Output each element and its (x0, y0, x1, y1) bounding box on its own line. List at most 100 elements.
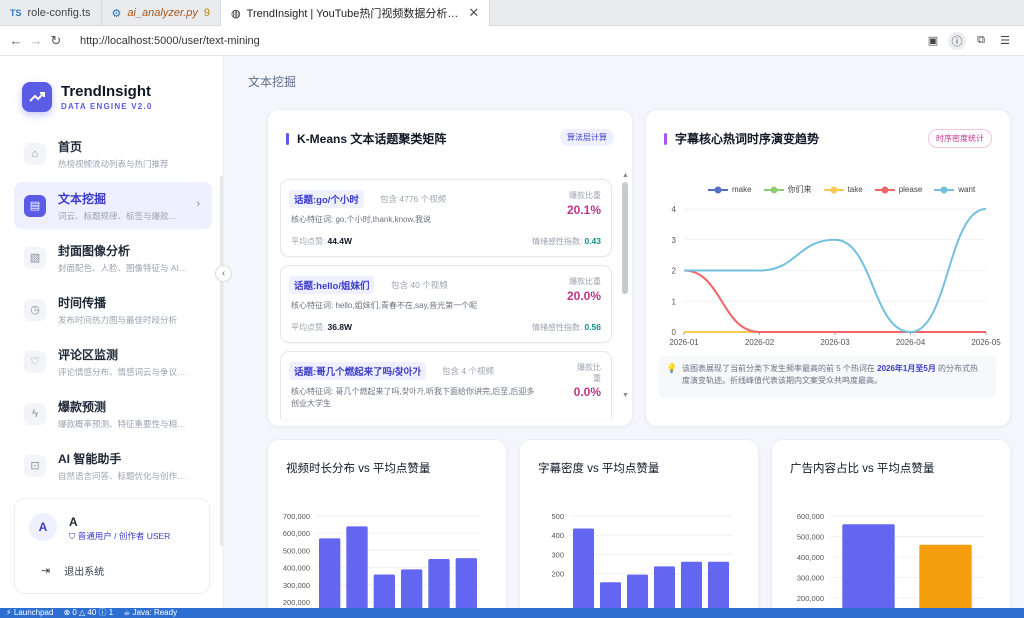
sidebar-collapse-button[interactable]: ‹ (215, 265, 232, 282)
editor-tab-ai-analyzer[interactable]: ⚙ ai_analyzer.py 9 (102, 0, 222, 26)
sent-value: 0.43 (584, 236, 601, 246)
scroll-down-icon[interactable]: ▼ (622, 392, 629, 399)
globe-icon: ◍ (231, 7, 241, 20)
y-tick-label: 300 (551, 550, 564, 559)
topic-card[interactable]: 话题:哥几个燃起来了吗/찾아가 包含 4 个视频 核心特征词: 哥几个燃起来了吗… (280, 351, 612, 419)
topic-ratio: 20.1% (566, 203, 601, 217)
topic-card[interactable]: 话题:hello/姐妹们 包含 40 个视频 核心特征词: hello,姐妹们,… (280, 265, 612, 343)
back-arrow-icon[interactable]: ← (6, 33, 26, 48)
y-tick-label: 200 (551, 570, 564, 579)
y-tick-label: 300,000 (797, 574, 824, 583)
bar[interactable] (919, 544, 972, 618)
y-tick-label: 200,000 (283, 598, 310, 607)
info-icon[interactable]: ⓘ (948, 31, 966, 50)
scroll-up-icon[interactable]: ▲ (622, 172, 629, 179)
topic-label: 话题:hello/姐妹们 (289, 276, 375, 294)
shield-check-icon: ⛉ (69, 531, 78, 541)
topics-scrollbar[interactable]: ▲ ▼ (622, 172, 629, 407)
sidebar-item-desc: 评论情感分布、情感词云与争议视… (58, 366, 188, 377)
topic-count: 包含 40 个视频 (391, 280, 448, 290)
ratio-label: 爆款比重 (569, 191, 601, 200)
x-tick-label: 2026-05 (971, 338, 1001, 347)
x-tick-label: 2026-04 (896, 338, 926, 347)
avg-label: 平均点赞: (291, 237, 326, 246)
topic-avg-likes: 平均点赞: 36.8W (291, 322, 352, 333)
sidebar-item-time-spread[interactable]: ◷ 时间传播 发布时间热力图与最佳时段分析 (14, 286, 212, 333)
avg-value: 36.8W (327, 322, 353, 332)
avatar[interactable]: A (29, 513, 57, 541)
screenshot-icon[interactable]: ▣ (924, 32, 942, 50)
kw-values: go,个小时,thank,know,我说 (335, 215, 432, 224)
sidebar-item-hit-prediction[interactable]: ϟ 爆款预测爆款概率预测、特征重要性与相似… (14, 390, 212, 437)
typescript-icon: TS (10, 8, 22, 18)
topic-keywords: 核心特征词: 哥几个燃起来了吗,찾아가,听我下面给你讲完,后至,后迎多创业大学生 (291, 386, 541, 410)
user-name: A (69, 515, 78, 529)
topic-card[interactable]: 话题:go/个小时 包含 4776 个视频 核心特征词: go,个小时,than… (280, 179, 612, 257)
y-tick-label: 3 (672, 236, 677, 245)
lightbulb-icon: 💡 (666, 363, 678, 373)
page-title: 文本挖掘 (248, 75, 297, 89)
problem-count-badge: 9 (203, 7, 211, 19)
y-tick-label: 600,000 (797, 512, 824, 521)
editor-tab-strip: TS role-config.ts ⚙ ai_analyzer.py 9 ◍ T… (0, 0, 1024, 26)
url-field[interactable]: http://localhost:5000/user/text-mining (80, 35, 260, 47)
scroll-thumb[interactable] (622, 182, 628, 294)
logout-button[interactable]: ⇥ 退出系统 (41, 563, 104, 578)
heart-chat-icon: ♡ (24, 350, 46, 373)
kw-values: hello,姐妹们,青春不在,say,音光第一个呢 (335, 301, 478, 310)
tab-label: TrendInsight | YouTube热门视频数据分析… (246, 8, 459, 20)
y-tick-label: 500,000 (797, 533, 824, 542)
sidebar-item-cover-analysis[interactable]: ▧ 封面图像分析 封面配色、人脸、图像特征与 AI 优… (14, 234, 212, 281)
menu-icon[interactable]: ☰ (996, 32, 1014, 50)
topic-label: 话题:go/个小时 (289, 190, 364, 208)
user-role: ⛉ 普通用户 / 创作者 USER (69, 530, 170, 542)
header-accent (286, 132, 289, 145)
sidebar-item-ai-assistant[interactable]: ⊡ AI 智能助手 自然语言问答、标题优化与创作策… (14, 442, 212, 489)
y-tick-label: 4 (672, 205, 677, 214)
bar[interactable] (842, 524, 895, 618)
tab-label: ai_analyzer.py (127, 7, 198, 19)
sidebar-scrollbar[interactable] (220, 176, 223, 546)
sent-label: 情绪感性指数: (531, 323, 583, 332)
y-tick-label: 700,000 (283, 512, 310, 521)
editor-tab-role-config[interactable]: TS role-config.ts (0, 0, 102, 26)
note-highlight: 2026年1月至5月 (877, 364, 936, 373)
brand[interactable]: TrendInsight DATA ENGINE V2.0 (22, 82, 153, 112)
sidebar-item-desc: 自然语言问答、标题优化与创作策… (58, 470, 188, 481)
sidebar-item-label: 爆款预测 (58, 399, 107, 414)
sidebar-item-desc: 爆款概率预测、特征重要性与相似… (58, 418, 188, 429)
editor-tab-browser[interactable]: ◍ TrendInsight | YouTube热门视频数据分析… ✕ (221, 0, 491, 26)
sidebar-item-home[interactable]: ⌂ 首页 热榜视频流动列表与热门推荐 (14, 130, 212, 177)
sidebar-item-label: 首页 (58, 139, 83, 154)
sidebar-item-label: 时间传播 (58, 295, 107, 310)
y-tick-label: 500,000 (283, 546, 310, 555)
status-item[interactable]: ☕ Java: Ready (123, 608, 177, 618)
python-icon: ⚙ (111, 7, 122, 20)
sidebar-item-desc: 词云、标题规律、标签与爆款… (58, 210, 178, 221)
y-tick-label: 400,000 (797, 553, 824, 562)
bar[interactable] (319, 538, 341, 618)
open-external-icon[interactable]: ⧉ (972, 32, 990, 50)
avg-value: 44.4W (327, 236, 353, 246)
bar[interactable] (572, 528, 595, 618)
status-item[interactable]: ⊗ 0 △ 40 ⓘ 1 (63, 608, 113, 618)
forward-arrow-icon[interactable]: → (26, 33, 46, 48)
chart-note: 💡 该图表展现了当前分类下发生频率最高的前 5 个热词在 2026年1月至5月 … (658, 356, 996, 398)
status-item[interactable]: ⚡ Launchpad (6, 608, 53, 618)
topic-sentiment: 情绪感性指数: 0.43 (532, 236, 601, 247)
y-tick-label: 0 (672, 328, 677, 337)
sidebar-item-comment-monitor[interactable]: ♡ 评论区监测 评论情感分布、情感词云与争议视… (14, 338, 212, 385)
bar[interactable] (346, 526, 368, 618)
lightning-icon: ϟ (24, 402, 46, 425)
kw-prefix: 核心特征词: (291, 387, 334, 396)
topic-label: 话题:哥几个燃起来了吗/찾아가 (289, 362, 427, 380)
x-tick-label: 2026-02 (745, 338, 775, 347)
topic-count: 包含 4 个视频 (442, 366, 494, 376)
nav-menu: ⌂ 首页 热榜视频流动列表与热门推荐 ▤ 文本挖掘 词云、标题规律、标签与爆款… ›… (14, 130, 212, 494)
reload-icon[interactable]: ↻ (46, 33, 66, 49)
sidebar-item-text-mining[interactable]: ▤ 文本挖掘 词云、标题规律、标签与爆款… › (14, 182, 212, 229)
sidebar-item-desc: 封面配色、人脸、图像特征与 AI 优… (58, 262, 188, 273)
user-role-label: 普通用户 / 创作者 USER (77, 531, 171, 541)
close-icon[interactable]: ✕ (468, 5, 479, 21)
logout-label: 退出系统 (64, 567, 105, 578)
